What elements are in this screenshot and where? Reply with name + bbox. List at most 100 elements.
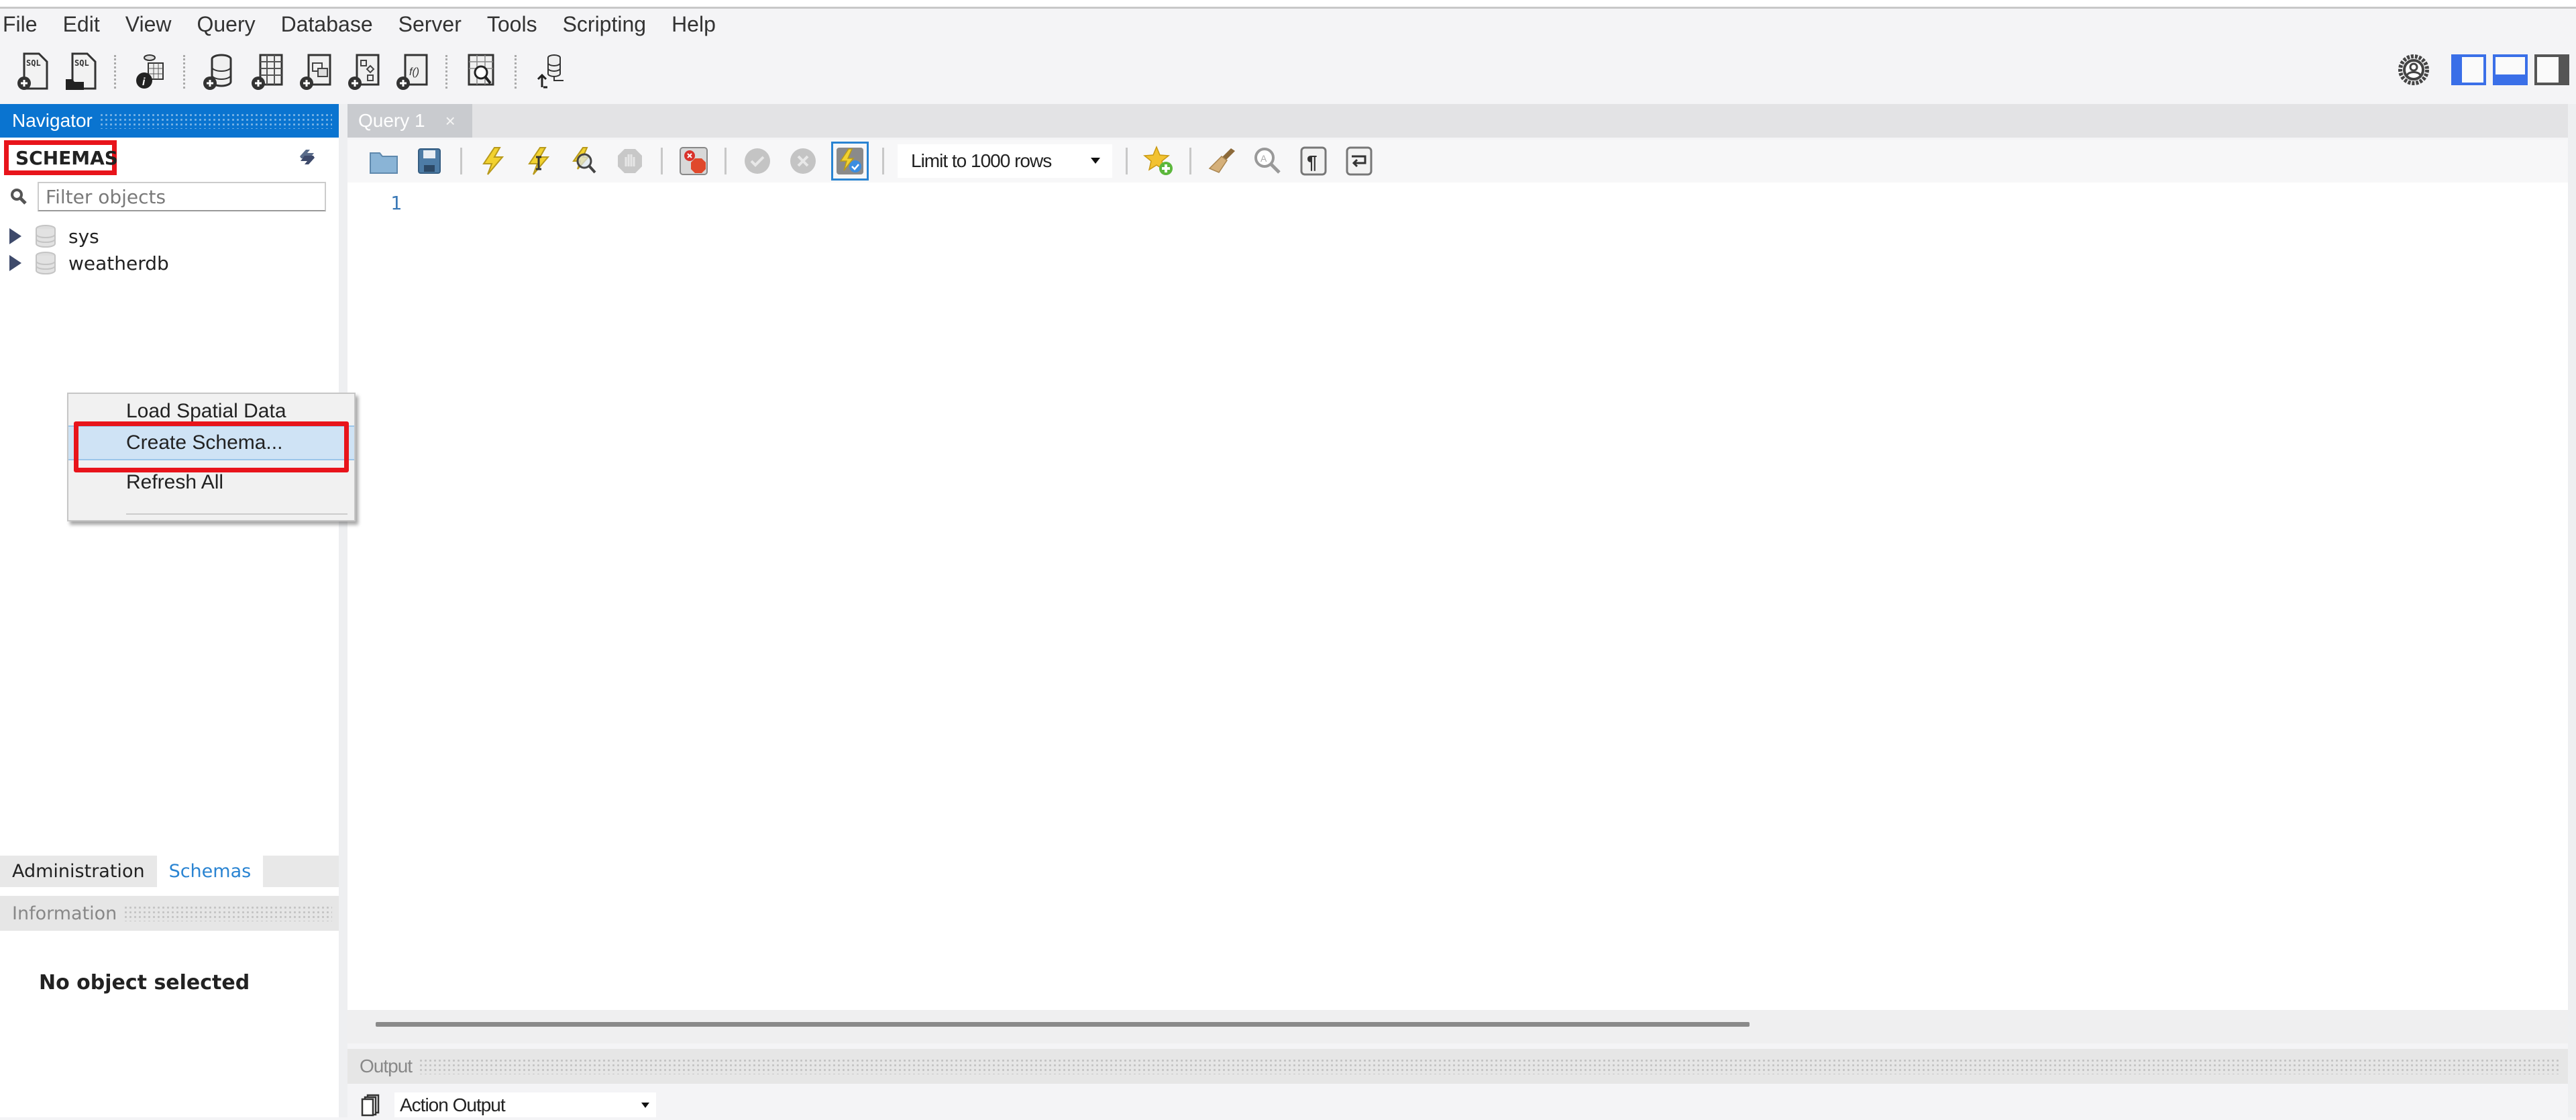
chevron-down-icon xyxy=(641,1103,649,1108)
scrollbar-thumb[interactable] xyxy=(376,1022,1750,1027)
schemas-section: SCHEMAS xyxy=(0,138,339,179)
drag-handle[interactable] xyxy=(419,1058,2561,1074)
close-tab-icon[interactable]: × xyxy=(445,111,455,132)
context-menu: Load Spatial Data Create Schema... Refre… xyxy=(67,393,356,521)
tab-schemas[interactable]: Schemas xyxy=(156,856,264,887)
schemas-label-text: SCHEMAS xyxy=(15,146,118,169)
beautify-icon[interactable] xyxy=(1205,144,1240,179)
horizontal-scrollbar[interactable] xyxy=(347,1010,2568,1043)
menu-query[interactable]: Query xyxy=(194,12,271,37)
menu-help[interactable]: Help xyxy=(669,12,732,37)
output-type-select[interactable]: Action Output xyxy=(394,1092,656,1117)
output-toolbar: Action Output xyxy=(347,1086,2576,1117)
toolbar-separator xyxy=(1126,148,1128,174)
sql-editor[interactable]: 1 xyxy=(347,183,2568,1010)
navigator-title: Navigator xyxy=(12,110,93,131)
main-toolbar: SQL SQL i f() xyxy=(13,48,570,95)
toolbar-separator xyxy=(114,55,117,89)
menu-edit[interactable]: Edit xyxy=(60,12,116,37)
stop-icon[interactable] xyxy=(612,144,647,179)
information-header: Information xyxy=(0,896,339,931)
filter-row xyxy=(0,179,339,217)
toolbar-separator xyxy=(445,55,449,89)
drag-handle[interactable] xyxy=(99,113,332,129)
menu-item-create-schema[interactable]: Create Schema... xyxy=(68,425,354,460)
expand-arrow-icon[interactable] xyxy=(9,228,21,244)
toggle-sidebar-icon[interactable] xyxy=(2451,54,2486,85)
toggle-stop-on-error-icon[interactable] xyxy=(676,144,711,179)
menu-item-load-spatial-data[interactable]: Load Spatial Data xyxy=(68,394,354,429)
toolbar-separator xyxy=(882,148,884,174)
add-snippet-icon[interactable] xyxy=(1141,144,1176,179)
toolbar-separator xyxy=(183,55,186,89)
save-icon[interactable] xyxy=(412,144,447,179)
database-icon xyxy=(36,252,56,275)
open-sql-script-icon[interactable]: SQL xyxy=(62,51,101,93)
autocommit-toggle-icon[interactable] xyxy=(831,142,869,181)
schema-inspector-icon[interactable]: i xyxy=(131,51,170,93)
information-title: Information xyxy=(12,903,117,924)
schemas-label: SCHEMAS xyxy=(4,140,118,175)
copy-icon[interactable] xyxy=(361,1094,381,1117)
line-number: 1 xyxy=(390,192,402,214)
svg-text:¶: ¶ xyxy=(1307,152,1318,172)
menu-file[interactable]: File xyxy=(0,12,54,37)
svg-text:SQL: SQL xyxy=(26,58,41,68)
preferences-gear-icon[interactable] xyxy=(2396,52,2431,87)
no-object-message: No object selected xyxy=(39,971,250,995)
toolbar-separator xyxy=(724,148,727,174)
svg-text:i: i xyxy=(142,77,146,88)
toggle-output-icon[interactable] xyxy=(2493,54,2528,85)
reconnect-icon[interactable] xyxy=(531,51,570,93)
schema-tree-item-sys[interactable]: sys xyxy=(9,223,99,250)
filter-objects-input[interactable] xyxy=(38,182,326,211)
limit-rows-select[interactable]: Limit to 1000 rows xyxy=(898,144,1112,178)
output-title: Output xyxy=(360,1056,413,1076)
menu-tools[interactable]: Tools xyxy=(484,12,553,37)
expand-arrow-icon[interactable] xyxy=(9,255,21,271)
tab-query-1[interactable]: Query 1 × xyxy=(347,104,472,138)
drag-handle[interactable] xyxy=(123,905,332,921)
commit-icon[interactable] xyxy=(740,144,775,179)
schema-name: weatherdb xyxy=(68,252,169,274)
search-icon xyxy=(9,187,28,206)
find-replace-icon[interactable]: A xyxy=(1250,144,1285,179)
create-procedure-icon[interactable] xyxy=(345,51,384,93)
open-file-icon[interactable] xyxy=(366,144,401,179)
show-invisibles-icon[interactable]: ¶ xyxy=(1296,144,1331,179)
limit-rows-value: Limit to 1000 rows xyxy=(911,150,1052,171)
explain-icon[interactable] xyxy=(567,144,602,179)
navigator-bottom-tabs: Administration Schemas xyxy=(0,856,339,887)
menu-separator xyxy=(126,513,347,515)
sidebar-splitter[interactable] xyxy=(339,104,347,1117)
create-schema-icon[interactable] xyxy=(200,51,239,93)
create-table-icon[interactable] xyxy=(248,51,287,93)
svg-text:f(): f() xyxy=(409,66,419,78)
tab-administration[interactable]: Administration xyxy=(0,856,157,887)
refresh-icon[interactable] xyxy=(296,147,319,167)
menu-server[interactable]: Server xyxy=(396,12,478,37)
execute-current-statement-icon[interactable] xyxy=(521,144,556,179)
create-view-icon[interactable] xyxy=(297,51,335,93)
search-table-data-icon[interactable] xyxy=(462,51,501,93)
database-icon xyxy=(36,225,56,248)
rollback-icon[interactable] xyxy=(786,144,820,179)
execute-icon[interactable] xyxy=(476,144,511,179)
create-function-icon[interactable]: f() xyxy=(393,51,432,93)
schema-tree-item-weatherdb[interactable]: weatherdb xyxy=(9,250,169,276)
toolbar-separator xyxy=(661,148,663,174)
svg-text:SQL: SQL xyxy=(74,58,89,68)
layout-controls xyxy=(2396,52,2569,87)
menu-scripting[interactable]: Scripting xyxy=(560,12,663,37)
menu-item-refresh-all[interactable]: Refresh All xyxy=(68,465,354,500)
new-sql-tab-icon[interactable]: SQL xyxy=(13,51,52,93)
chevron-down-icon xyxy=(1091,158,1100,164)
query-tab-bar: Query 1 × xyxy=(347,104,2576,138)
menu-database[interactable]: Database xyxy=(278,12,389,37)
toolbar-separator xyxy=(515,55,518,89)
word-wrap-icon[interactable] xyxy=(1342,144,1377,179)
toggle-secondary-sidebar-icon[interactable] xyxy=(2534,54,2569,85)
navigator-header: Navigator xyxy=(0,104,339,138)
menu-bar: File Edit View Query Database Server Too… xyxy=(0,8,739,40)
menu-view[interactable]: View xyxy=(123,12,188,37)
